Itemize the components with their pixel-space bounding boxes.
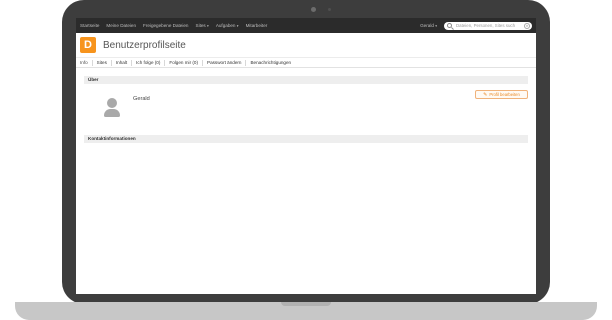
pencil-icon: ✎ bbox=[483, 91, 488, 98]
tab-info[interactable]: Info bbox=[76, 60, 92, 65]
section-heading-contact: Kontaktinformationen bbox=[84, 135, 528, 143]
user-menu-label: Gerald bbox=[420, 23, 434, 28]
tab-sites[interactable]: Sites bbox=[93, 60, 111, 65]
camera-sensor-icon bbox=[328, 8, 331, 11]
user-menu[interactable]: Gerald ▾ bbox=[420, 23, 437, 28]
tab-inhalt[interactable]: Inhalt bbox=[112, 60, 131, 65]
chevron-down-icon: ▾ bbox=[207, 24, 209, 28]
tab-passwort-aendern[interactable]: Passwort ändern bbox=[203, 60, 245, 65]
top-navigation-bar: Startseite Meine Dateien Freigegebene Da… bbox=[76, 18, 536, 33]
laptop-notch bbox=[281, 302, 331, 306]
nav-meine-dateien[interactable]: Meine Dateien bbox=[106, 23, 136, 28]
nav-sites-label: Sites bbox=[195, 23, 206, 28]
nav-sites-menu[interactable]: Sites ▾ bbox=[196, 23, 209, 28]
nav-aufgaben-label: Aufgaben bbox=[215, 23, 236, 28]
tab-folgen-mir[interactable]: Folgen mir (0) bbox=[165, 60, 202, 65]
section-heading-about: Über bbox=[84, 76, 528, 84]
avatar-head bbox=[107, 98, 117, 108]
chevron-down-icon: ▾ bbox=[435, 24, 437, 28]
screen: Startseite Meine Dateien Freigegebene Da… bbox=[76, 18, 536, 294]
topbar-right: Gerald ▾ × bbox=[420, 21, 536, 30]
laptop-base bbox=[15, 302, 597, 320]
profile-tabs: Info Sites Inhalt Ich folge (0) Folgen m… bbox=[76, 57, 536, 68]
tab-benachrichtigungen[interactable]: Benachrichtigungen bbox=[246, 60, 295, 65]
profile-user-name: Gerald bbox=[133, 96, 150, 102]
page-title: Benutzerprofilseite bbox=[103, 40, 186, 51]
nav-startseite[interactable]: Startseite bbox=[80, 23, 99, 28]
close-icon[interactable]: × bbox=[524, 22, 530, 29]
page-header: D Benutzerprofilseite bbox=[76, 36, 536, 56]
camera-icon bbox=[311, 7, 316, 12]
edit-profile-button[interactable]: ✎ Profil bearbeiten bbox=[475, 90, 528, 99]
chevron-down-icon: ▾ bbox=[236, 24, 239, 28]
nav-mitarbeiter[interactable]: Mitarbeiter bbox=[246, 23, 268, 28]
nav-freigegebene-dateien[interactable]: Freigegebene Dateien bbox=[143, 23, 188, 28]
search-icon[interactable] bbox=[447, 23, 452, 28]
search-input[interactable] bbox=[456, 23, 526, 28]
avatar-body bbox=[104, 109, 120, 117]
edit-profile-label: Profil bearbeiten bbox=[489, 92, 520, 97]
search-box: × bbox=[444, 21, 532, 30]
nav-aufgaben-menu[interactable]: Aufgaben ▾ bbox=[216, 23, 239, 28]
app-logo: D bbox=[80, 37, 96, 53]
user-avatar-icon bbox=[104, 98, 120, 118]
tab-ich-folge[interactable]: Ich folge (0) bbox=[132, 60, 164, 65]
